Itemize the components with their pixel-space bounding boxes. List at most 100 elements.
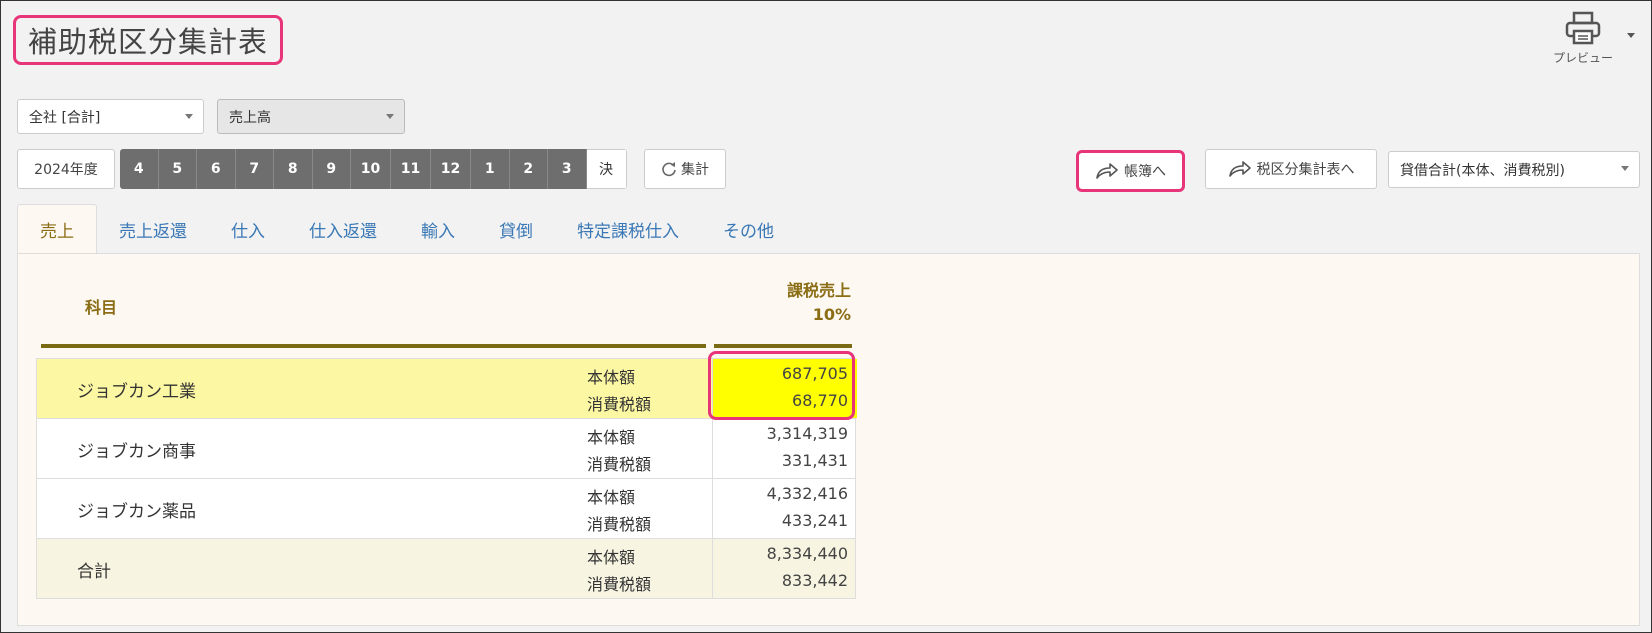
display-mode-select[interactable]: 貸借合計(本体、消費税別): [1388, 151, 1640, 188]
tab-label: 輸入: [421, 221, 455, 242]
value-cell[interactable]: 4,332,416 433,241: [712, 479, 857, 538]
value-cell: 8,334,440 833,442: [712, 539, 857, 598]
month-button[interactable]: 6: [197, 149, 236, 189]
row-name: ジョブカン商事: [77, 442, 196, 462]
category-tabs: 売上 売上返還 仕入 仕入返還 輸入 貸倒 特定課税仕入 その他: [17, 204, 796, 254]
month-label: 7: [249, 161, 260, 177]
tab-sales[interactable]: 売上: [17, 204, 97, 254]
chevron-down-icon: [1621, 166, 1629, 171]
base-amount: 3,314,319: [766, 424, 848, 443]
table-row[interactable]: ジョブカン薬品 本体額 消費税額 4,332,416 433,241: [37, 478, 855, 538]
account-type-select[interactable]: 売上高: [217, 99, 405, 134]
fiscal-year-label: 2024年度: [34, 162, 98, 178]
tax-amount: 331,431: [781, 451, 848, 470]
header-rule: [41, 344, 706, 348]
tab-label: 仕入: [231, 221, 265, 242]
tab-purchase-returns[interactable]: 仕入返還: [287, 204, 399, 254]
total-row: 合計 本体額 消費税額 8,334,440 833,442: [37, 538, 855, 598]
page-title-highlight: 補助税区分集計表: [13, 15, 284, 65]
month-button[interactable]: 2: [509, 149, 548, 189]
tab-purchases[interactable]: 仕入: [209, 204, 287, 254]
month-label: 1: [484, 161, 495, 177]
settlement-button[interactable]: 決: [586, 149, 627, 189]
row-name: ジョブカン工業: [77, 382, 196, 402]
base-amount: 4,332,416: [766, 484, 848, 503]
tab-label: 売上: [40, 222, 74, 242]
tab-label: 貸倒: [499, 221, 533, 242]
selected-value-highlight: [708, 351, 855, 420]
tax-amount: 433,241: [781, 511, 848, 530]
refresh-icon: [662, 162, 676, 177]
chevron-down-icon: [185, 114, 193, 119]
month-label: 5: [172, 161, 183, 177]
tax-amount: 833,442: [781, 571, 848, 590]
month-label: 2: [523, 161, 534, 177]
column-header-line2: 10%: [812, 305, 851, 324]
month-button[interactable]: 12: [431, 149, 471, 189]
value-cell[interactable]: 3,314,319 331,431: [712, 419, 857, 478]
month-label: 4: [133, 161, 144, 177]
tab-specified-taxable-purchases[interactable]: 特定課税仕入: [555, 204, 701, 254]
column-header-line1: 課税売上: [786, 281, 851, 300]
fiscal-year-button[interactable]: 2024年度: [17, 149, 115, 189]
tab-other[interactable]: その他: [701, 204, 796, 254]
month-button[interactable]: 10: [351, 149, 391, 189]
row-kind-tax: 消費税額: [587, 395, 652, 414]
month-button[interactable]: 7: [235, 149, 274, 189]
month-label: 8: [287, 161, 298, 177]
row-name: 合計: [77, 562, 111, 582]
preview-dropdown-caret-icon[interactable]: [1623, 27, 1639, 43]
aggregate-label: 集計: [681, 162, 709, 178]
tab-sales-returns[interactable]: 売上返還: [97, 204, 209, 254]
share-arrow-icon: [1228, 161, 1251, 177]
row-kind-tax: 消費税額: [587, 575, 652, 594]
column-header-taxable-sales: 課税売上 10%: [741, 279, 851, 327]
tab-label: 特定課税仕入: [577, 221, 679, 242]
month-button[interactable]: 9: [312, 149, 351, 189]
month-button[interactable]: 5: [158, 149, 197, 189]
column-header-subject: 科目: [85, 298, 118, 317]
display-mode-value: 貸借合計(本体、消費税別): [1400, 162, 1565, 179]
tab-label: 仕入返還: [309, 221, 377, 242]
to-ledger-button[interactable]: 帳簿へ: [1076, 150, 1185, 192]
base-amount: 8,334,440: [766, 544, 848, 563]
header-rule: [714, 344, 852, 348]
row-kind-tax: 消費税額: [587, 515, 652, 534]
month-button[interactable]: 11: [391, 149, 431, 189]
page-title: 補助税区分集計表: [28, 25, 269, 59]
preview-button[interactable]: プレビュー: [1543, 9, 1623, 77]
printer-icon: [1565, 11, 1601, 45]
row-kind-base: 本体額: [587, 368, 636, 387]
share-arrow-icon: [1096, 163, 1118, 179]
tab-label: その他: [723, 221, 774, 242]
company-select[interactable]: 全社 [合計]: [17, 99, 204, 134]
preview-label: プレビュー: [1552, 51, 1613, 65]
tab-label: 売上返還: [119, 221, 187, 242]
to-tax-summary-button[interactable]: 税区分集計表へ: [1205, 149, 1377, 189]
month-button[interactable]: 4: [120, 149, 159, 189]
month-label: 6: [210, 161, 221, 177]
month-label: 9: [326, 161, 337, 177]
to-ledger-label: 帳簿へ: [1124, 164, 1166, 180]
month-label: 10: [360, 161, 381, 177]
chevron-down-icon: [386, 114, 394, 119]
to-tax-summary-label: 税区分集計表へ: [1256, 162, 1355, 178]
month-selector: 4 5 6 7 8 9 10 11 12 1 2 3 決: [120, 149, 627, 189]
row-kind-base: 本体額: [587, 428, 636, 447]
table-row[interactable]: ジョブカン商事 本体額 消費税額 3,314,319 331,431: [37, 418, 855, 478]
settlement-label: 決: [599, 162, 613, 178]
month-label: 12: [440, 161, 461, 177]
tab-bad-debts[interactable]: 貸倒: [477, 204, 555, 254]
tab-imports[interactable]: 輸入: [399, 204, 477, 254]
row-kind-base: 本体額: [587, 548, 636, 567]
app-window: 補助税区分集計表 プレビュー 全社 [合計] 売上高 2024年度 4 5 6 …: [0, 0, 1652, 633]
month-label: 3: [561, 161, 572, 177]
row-kind-base: 本体額: [587, 488, 636, 507]
row-kind-tax: 消費税額: [587, 455, 652, 474]
month-button[interactable]: 3: [548, 149, 587, 189]
account-type-select-value: 売上高: [229, 109, 271, 126]
month-button[interactable]: 1: [471, 149, 510, 189]
aggregate-button[interactable]: 集計: [644, 149, 726, 189]
month-button[interactable]: 8: [274, 149, 313, 189]
month-label: 11: [400, 161, 421, 177]
